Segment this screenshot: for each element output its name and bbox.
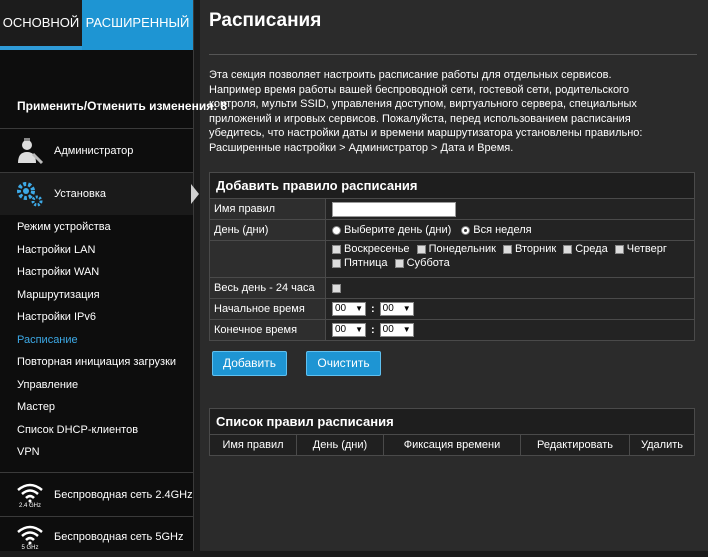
checkbox-saturday-label: Суббота <box>406 257 450 269</box>
checkbox-wednesday-label: Среда <box>575 243 608 255</box>
col-rule-name: Имя правил <box>210 435 297 455</box>
nav-vpn[interactable]: VPN <box>0 441 193 464</box>
start-minute-select[interactable]: 00 <box>379 302 414 316</box>
wifi-5-icon: 5 GHz <box>12 519 48 555</box>
checkbox-monday-label: Понедельник <box>428 243 496 255</box>
sidebar-section-setup-label: Установка <box>54 188 106 200</box>
title-divider <box>209 54 697 55</box>
checkbox-monday[interactable] <box>416 244 426 254</box>
wifi-5-badge: 5 GHz <box>21 544 39 551</box>
sidebar-section-wifi5-label: Беспроводная сеть 5GHz <box>54 531 184 543</box>
nav-wan-settings[interactable]: Настройки WAN <box>0 261 193 284</box>
start-hour-select[interactable]: 00 <box>332 302 366 316</box>
end-time-row: Конечное время 00 : 00 <box>210 320 694 340</box>
checkbox-friday[interactable] <box>332 258 341 268</box>
start-time-label: Начальное время <box>210 299 326 319</box>
col-days: День (дни) <box>297 435 384 455</box>
nav-management[interactable]: Управление <box>0 374 193 397</box>
rule-name-input[interactable] <box>332 201 456 217</box>
wifi-24-badge: 2.4 GHz <box>18 502 41 509</box>
col-delete: Удалить <box>641 439 683 451</box>
gears-icon <box>12 176 48 212</box>
apply-changes-link[interactable]: Применить/Отменить изменения: 8 <box>0 95 227 117</box>
time-separator: : <box>371 303 375 315</box>
checkbox-tuesday[interactable] <box>503 244 512 254</box>
radio-select-days-label: Выберите день (дни) <box>344 224 452 236</box>
checkbox-sunday[interactable] <box>332 244 341 254</box>
sidebar-section-setup[interactable]: Установка <box>0 172 199 215</box>
days-mode-row: День (дни) Выберите день (дни) Вся недел… <box>210 220 694 241</box>
nav-routing[interactable]: Маршрутизация <box>0 284 193 307</box>
mode-basic-tab[interactable]: ОСНОВНОЙ <box>0 0 82 50</box>
sidebar: ОСНОВНОЙ РАСШИРЕННЫЙ Применить/Отменить … <box>0 0 227 551</box>
active-section-arrow <box>191 184 199 204</box>
end-hour-select[interactable]: 00 <box>332 323 366 337</box>
col-time: Фиксация времени <box>384 435 521 455</box>
checkbox-tuesday-label: Вторник <box>515 243 557 255</box>
add-rule-panel: Добавить правило расписания Имя правил Д… <box>209 172 695 341</box>
checkbox-thursday-label: Четверг <box>626 243 667 255</box>
nav-wizard[interactable]: Мастер <box>0 396 193 419</box>
end-minute-select[interactable]: 00 <box>379 323 414 337</box>
checkbox-friday-label: Пятница <box>344 257 388 269</box>
col-edit: Редактировать <box>521 435 630 455</box>
intro-line: Например время работы вашей беспроводной… <box>209 83 629 96</box>
nav-schedule[interactable]: Расписание <box>0 329 193 352</box>
sidebar-section-wifi24-label: Беспроводная сеть 2.4GHz <box>54 489 193 501</box>
wifi-24-icon: 2.4 GHz <box>12 477 48 513</box>
start-time-row: Начальное время 00 : 00 <box>210 299 694 320</box>
nav-lan-settings[interactable]: Настройки LAN <box>0 239 193 262</box>
intro-line: убедитесь, что настройки даты и времени … <box>209 127 643 140</box>
sidebar-section-wifi24[interactable]: 2.4 GHz Беспроводная сеть 2.4GHz <box>0 472 193 517</box>
checkbox-thursday[interactable] <box>614 244 624 254</box>
checkbox-allday[interactable] <box>332 283 341 293</box>
admin-icon <box>12 133 48 169</box>
mode-advanced-tab[interactable]: РАСШИРЕННЫЙ <box>82 0 193 50</box>
weekdays-row: Воскресенье Понедельник Вторник Среда Че… <box>210 241 694 278</box>
intro-line: Эта секция позволяет настроить расписани… <box>209 69 612 81</box>
intro-text: Эта секция позволяет настроить расписани… <box>209 68 699 156</box>
mode-switcher: ОСНОВНОЙ РАСШИРЕННЫЙ <box>0 0 193 50</box>
sidebar-section-admin-label: Администратор <box>54 145 134 157</box>
checkbox-wednesday[interactable] <box>563 244 573 254</box>
sidebar-section-admin[interactable]: Администратор <box>0 128 193 173</box>
page-title: Расписания <box>209 10 322 31</box>
intro-line: приложений и игровых сервисов. Пожалуйст… <box>209 112 631 125</box>
radio-select-days[interactable] <box>332 225 341 235</box>
days-label: День (дни) <box>210 220 326 240</box>
checkbox-sunday-label: Воскресенье <box>344 243 410 255</box>
setup-nav-list: Режим устройства Настройки LAN Настройки… <box>0 216 193 464</box>
nav-dhcp-clients[interactable]: Список DHCP-клиентов <box>0 419 193 442</box>
end-time-label: Конечное время <box>210 320 326 340</box>
rule-list-panel: Список правил расписания Имя правил День… <box>209 408 695 456</box>
intro-line: контроля, мульти SSID, управления доступ… <box>209 98 637 111</box>
radio-whole-week-label: Вся неделя <box>473 224 532 236</box>
radio-whole-week[interactable] <box>461 225 471 235</box>
clear-button[interactable]: Очистить <box>306 351 381 376</box>
allday-label: Весь день - 24 часа <box>210 278 326 298</box>
add-rule-title: Добавить правило расписания <box>210 173 694 199</box>
nav-reboot[interactable]: Повторная инициация загрузки <box>0 351 193 374</box>
rule-list-header: Имя правил День (дни) Фиксация времени Р… <box>210 435 694 455</box>
nav-device-mode[interactable]: Режим устройства <box>0 216 193 239</box>
time-separator: : <box>371 324 375 336</box>
rule-name-row: Имя правил <box>210 199 694 220</box>
main-content: Расписания Эта секция позволяет настроит… <box>200 0 708 551</box>
add-button[interactable]: Добавить <box>212 351 287 376</box>
rule-list-title: Список правил расписания <box>210 409 694 435</box>
nav-ipv6-settings[interactable]: Настройки IPv6 <box>0 306 193 329</box>
checkbox-saturday[interactable] <box>394 258 404 268</box>
rule-name-label: Имя правил <box>210 199 326 219</box>
allday-row: Весь день - 24 часа <box>210 278 694 299</box>
intro-line: Расширенные настройки > Администратор > … <box>209 141 514 154</box>
